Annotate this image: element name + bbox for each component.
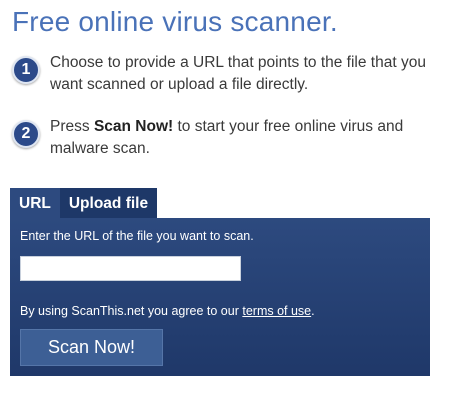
step-1: 1 Choose to provide a URL that points to… <box>12 52 442 96</box>
url-scan-panel: Enter the URL of the file you want to sc… <box>10 218 430 376</box>
tab-upload-file[interactable]: Upload file <box>59 188 158 218</box>
terms-of-use-link[interactable]: terms of use <box>242 304 311 318</box>
scanner-box: URL Upload file Enter the URL of the fil… <box>10 188 430 376</box>
terms-agreement-before: By using ScanThis.net you agree to our <box>20 304 243 318</box>
step-2-text-bold: Scan Now! <box>93 118 174 135</box>
step-2: 2 Press Scan Now! to start your free onl… <box>12 116 442 160</box>
url-input[interactable] <box>20 256 241 281</box>
step-1-text: Choose to provide a URL that points to t… <box>50 54 426 93</box>
terms-agreement-after: . <box>311 304 315 318</box>
terms-agreement: By using ScanThis.net you agree to our t… <box>20 304 315 318</box>
step-2-text: Press Scan Now! to start your free onlin… <box>50 116 442 160</box>
page-title: Free online virus scanner. <box>12 6 338 37</box>
url-instruction: Enter the URL of the file you want to sc… <box>20 229 254 243</box>
step-number-badge: 2 <box>12 120 40 148</box>
scan-tabs: URL Upload file <box>10 188 158 218</box>
step-2-text-before: Press <box>50 118 94 135</box>
scan-now-button[interactable]: Scan Now! <box>20 329 163 366</box>
step-number-badge: 1 <box>12 56 40 84</box>
tab-url[interactable]: URL <box>10 188 60 218</box>
